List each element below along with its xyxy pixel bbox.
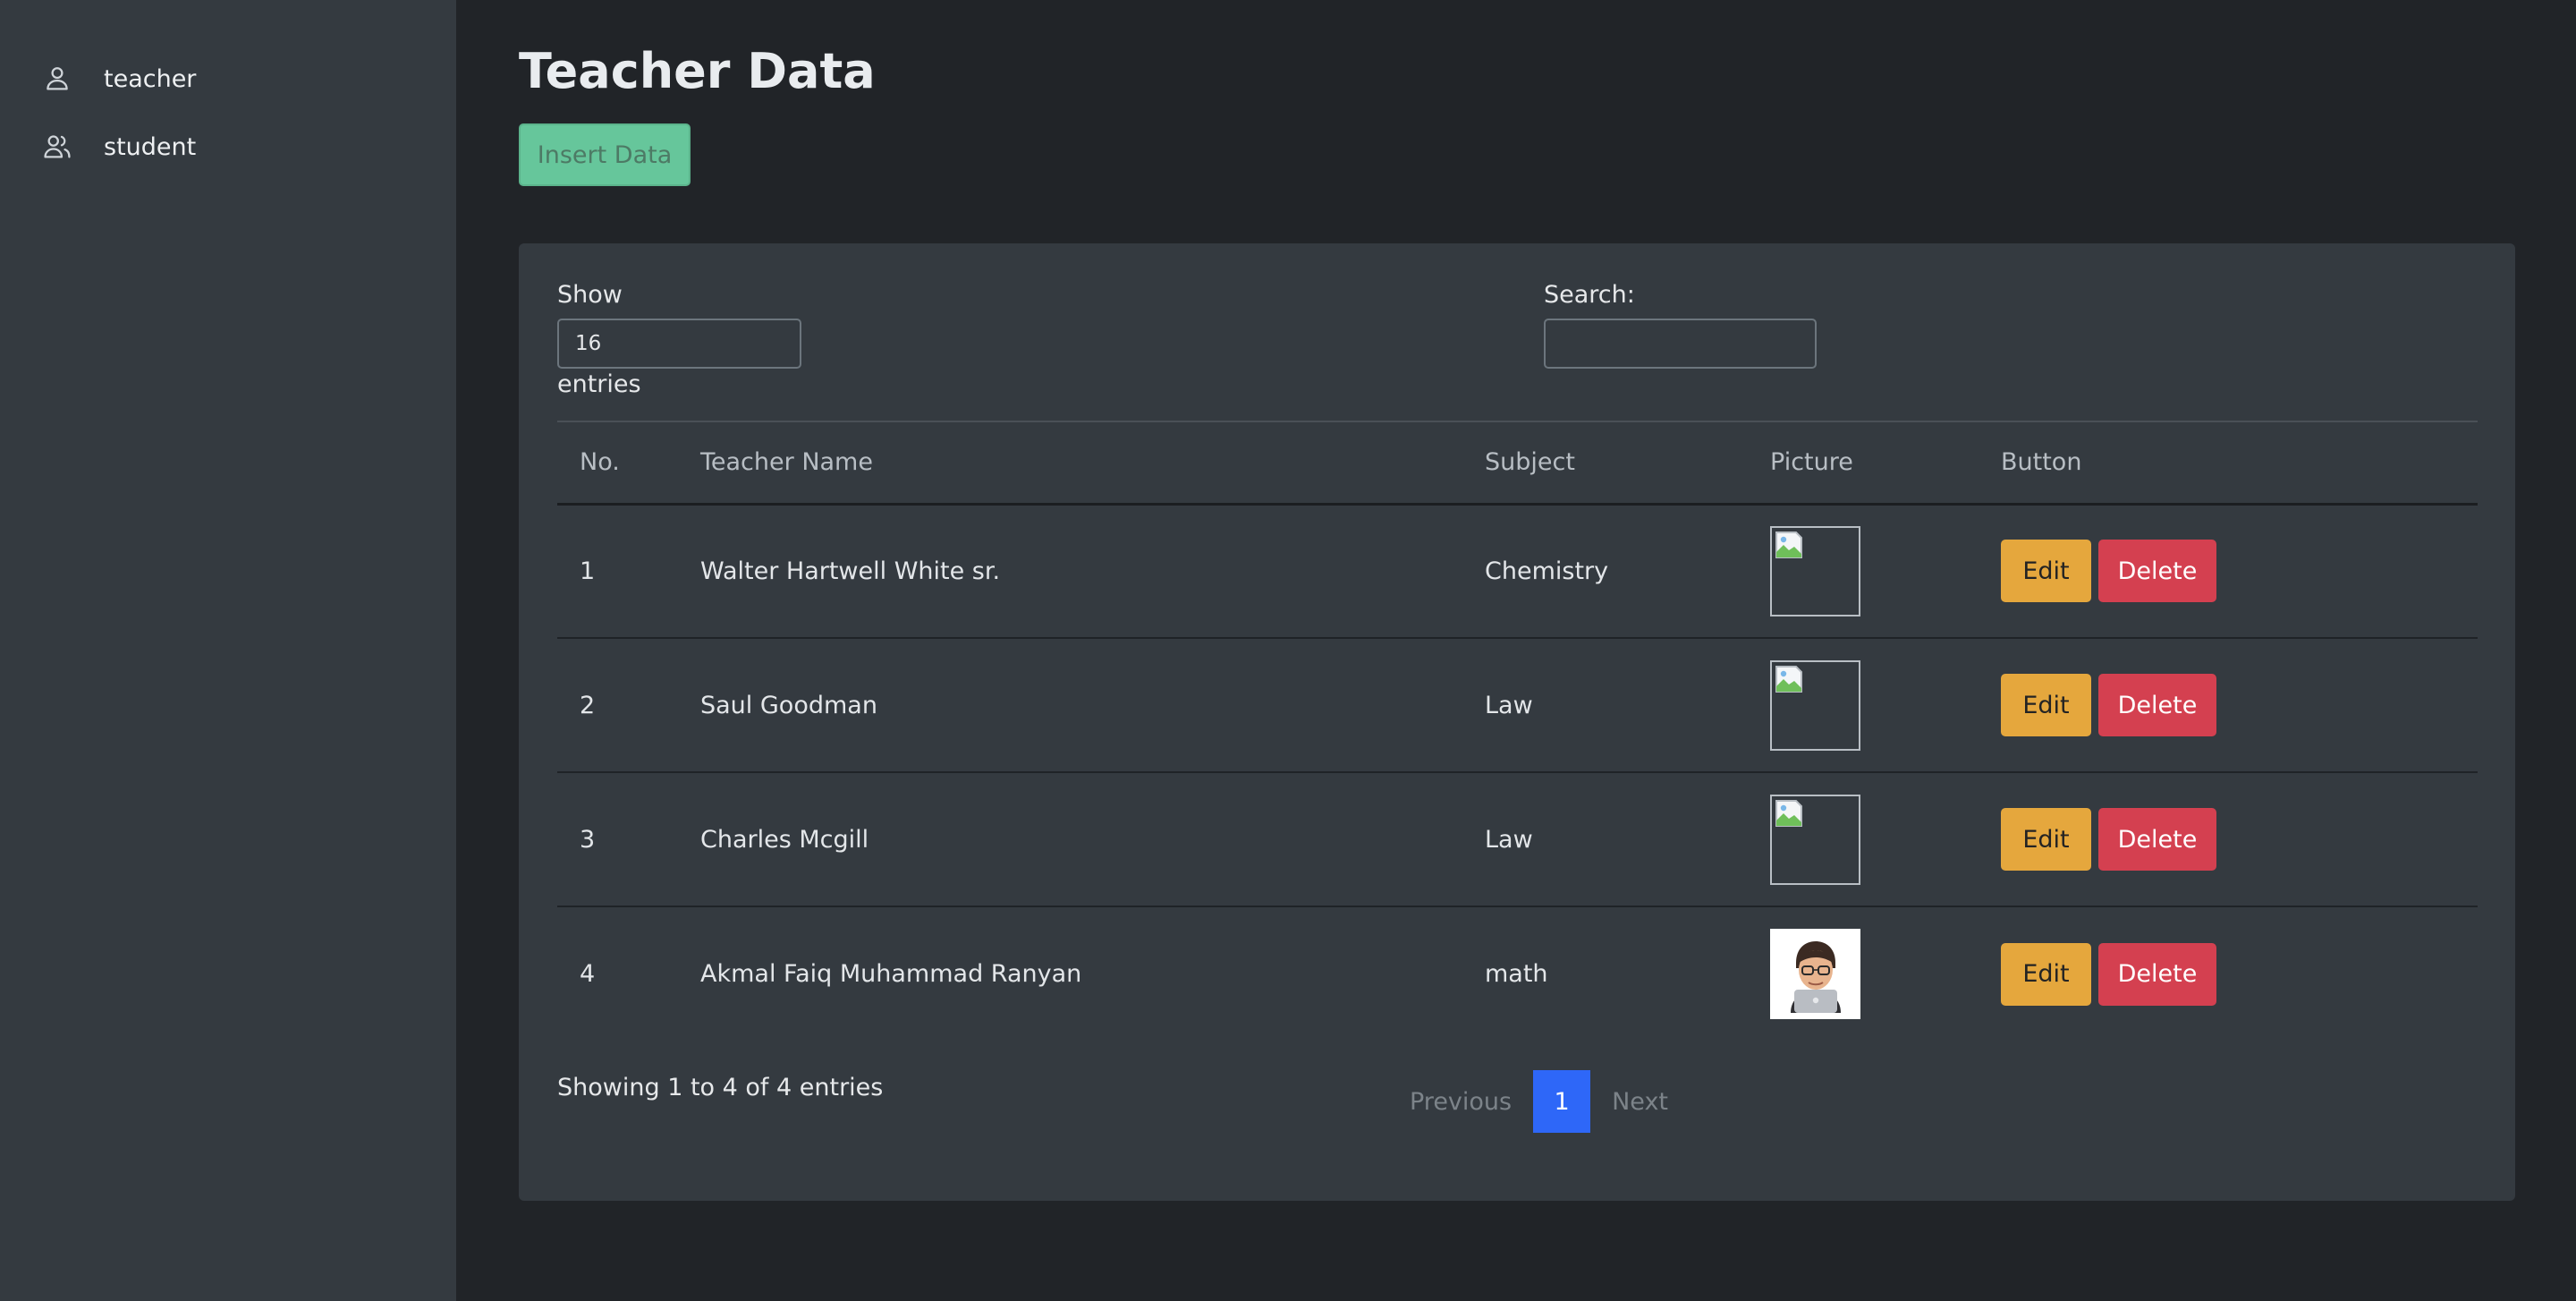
- cell-teacher-name: Saul Goodman: [678, 638, 1462, 773]
- entries-per-page-select[interactable]: 16: [557, 319, 801, 369]
- cell-teacher-name: Charles Mcgill: [678, 772, 1462, 907]
- cell-no: 2: [557, 638, 678, 773]
- column-header-subject[interactable]: Subject: [1462, 421, 1748, 506]
- search-label: Search:: [1544, 281, 1635, 309]
- table-row: 1 Walter Hartwell White sr. Chemistry Ed…: [557, 504, 2478, 639]
- cell-no: 3: [557, 772, 678, 907]
- users-icon: [41, 131, 73, 163]
- cell-picture: [1748, 906, 1979, 1041]
- sidebar-item-teacher[interactable]: teacher: [0, 45, 456, 113]
- cell-no: 4: [580, 960, 596, 988]
- delete-button[interactable]: Delete: [2098, 674, 2216, 736]
- next-page-button[interactable]: Next: [1590, 1070, 1690, 1133]
- sidebar-item-student[interactable]: student: [0, 113, 456, 181]
- broken-image-icon: [1770, 659, 1860, 751]
- delete-button[interactable]: Delete: [2098, 942, 2216, 1006]
- delete-button[interactable]: Delete: [2098, 808, 2216, 871]
- cell-teacher-name: Akmal Faiq Muhammad Ranyan: [700, 960, 1082, 988]
- cell-subject: math: [1485, 960, 1548, 988]
- cell-picture: [1748, 638, 1979, 773]
- sidebar-item-label: teacher: [104, 64, 197, 93]
- cell-actions: Edit Delete: [1979, 906, 2478, 1041]
- delete-button[interactable]: Delete: [2098, 540, 2216, 603]
- cell-picture: [1748, 772, 1979, 907]
- edit-button[interactable]: Edit: [2001, 540, 2091, 603]
- column-header-button[interactable]: Button: [1979, 421, 2478, 506]
- user-icon: [41, 63, 73, 95]
- column-header-picture[interactable]: Picture: [1748, 421, 1979, 506]
- table-row: 3 Charles Mcgill Law Edit Delete: [557, 772, 2478, 907]
- cell-picture: [1748, 504, 1979, 639]
- cell-actions: Edit Delete: [1979, 638, 2478, 773]
- broken-image-icon: [1770, 794, 1860, 885]
- insert-data-button[interactable]: Insert Data: [519, 123, 691, 186]
- cell-actions: Edit Delete: [1979, 504, 2478, 639]
- edit-button[interactable]: Edit: [2001, 942, 2091, 1006]
- table-row: 2 Saul Goodman Law Edit Delete: [557, 638, 2478, 773]
- page-title: Teacher Data: [519, 43, 876, 99]
- show-label: Show: [557, 281, 623, 309]
- sidebar-item-label: student: [104, 132, 197, 161]
- teacher-table: No. Teacher Name Subject Picture Button …: [557, 421, 2478, 1041]
- broken-image-icon: [1770, 525, 1860, 616]
- cell-subject: Chemistry: [1462, 504, 1748, 639]
- search-input[interactable]: [1544, 319, 1817, 369]
- page-1-button[interactable]: 1: [1533, 1070, 1591, 1133]
- table-header-row: No. Teacher Name Subject Picture Button: [557, 421, 2478, 506]
- edit-button[interactable]: Edit: [2001, 674, 2091, 736]
- entries-select-value: 16: [575, 332, 602, 355]
- previous-page-button[interactable]: Previous: [1388, 1070, 1533, 1133]
- cell-teacher-name: Walter Hartwell White sr.: [678, 504, 1462, 639]
- data-table-card: Show 16 entries Search: No. Teacher Name…: [519, 243, 2515, 1201]
- table-info: Showing 1 to 4 of 4 entries: [557, 1074, 884, 1101]
- cell-subject: Law: [1462, 638, 1748, 773]
- sidebar: teacher student: [0, 0, 456, 1301]
- cell-actions: Edit Delete: [1979, 772, 2478, 907]
- table-row: 4 Akmal Faiq Muhammad Ranyan math Edit D…: [557, 906, 2478, 1041]
- pagination: Previous 1 Next: [1388, 1070, 1690, 1133]
- memoji-avatar-icon: [1770, 929, 1860, 1019]
- edit-button[interactable]: Edit: [2001, 808, 2091, 871]
- column-header-teacher-name[interactable]: Teacher Name: [678, 421, 1462, 506]
- column-header-no[interactable]: No.: [557, 421, 678, 506]
- cell-no: 1: [557, 504, 678, 639]
- cell-subject: Law: [1462, 772, 1748, 907]
- entries-label: entries: [557, 370, 641, 398]
